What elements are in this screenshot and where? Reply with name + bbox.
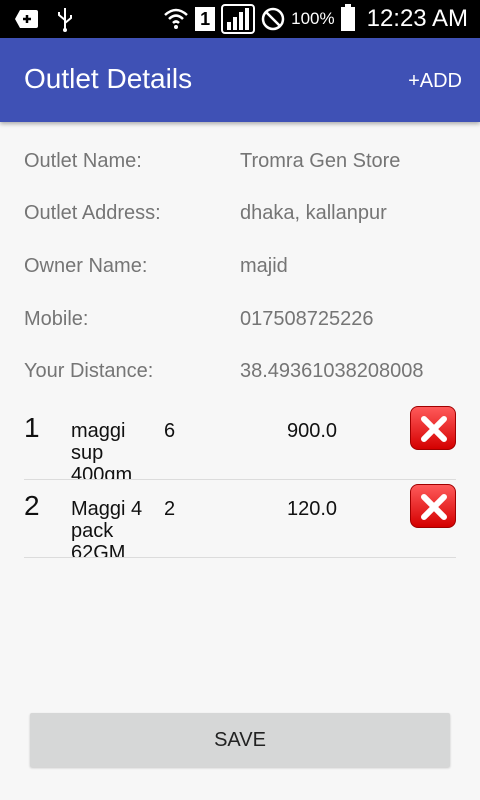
status-left-icons <box>14 6 74 32</box>
mobile-label: Mobile: <box>24 308 89 330</box>
delete-item-button[interactable] <box>410 406 456 450</box>
item-index: 1 <box>24 412 40 443</box>
battery-percent: 100% <box>291 9 335 28</box>
owner-name-label: Owner Name: <box>24 255 148 277</box>
mobile-value: 017508725226 <box>240 308 374 330</box>
distance-label: Your Distance: <box>24 360 154 382</box>
delete-item-button[interactable] <box>410 484 456 528</box>
outlet-address-value: dhaka, kallanpur <box>240 202 387 224</box>
mobile-row: Mobile: 017508725226 <box>24 308 464 338</box>
item-name: maggi sup 400gm <box>71 420 133 480</box>
sim-icon: 1 <box>195 7 216 31</box>
outlet-address-label: Outlet Address: <box>24 202 161 224</box>
app-bar: Outlet Details +ADD <box>0 38 480 122</box>
outlet-name-value: Tromra Gen Store <box>240 150 401 172</box>
list-item: 1 maggi sup 400gm 6 900.0 <box>24 402 456 480</box>
item-price: 120.0 <box>287 498 338 520</box>
item-name: Maggi 4 pack 62GM <box>71 498 143 558</box>
owner-name-value: majid <box>240 255 288 277</box>
clock: 12:23 AM <box>366 5 468 32</box>
item-list: 1 maggi sup 400gm 6 900.0 2 Maggi 4 pack… <box>24 402 456 558</box>
distance-value: 38.49361038208008 <box>240 360 424 382</box>
item-index: 2 <box>24 490 40 521</box>
wifi-icon <box>164 8 188 29</box>
item-price: 900.0 <box>287 420 338 442</box>
close-icon <box>421 494 447 520</box>
status-right-icons: 1 100% 12:23 AM <box>163 4 468 34</box>
close-icon <box>421 416 447 442</box>
item-quantity: 2 <box>164 498 176 520</box>
battery-icon <box>340 4 355 31</box>
usb-icon <box>58 8 72 32</box>
signal-icon <box>221 4 256 34</box>
list-item: 2 Maggi 4 pack 62GM 2 120.0 <box>24 480 456 558</box>
distance-row: Your Distance: 38.49361038208008 <box>24 360 464 390</box>
outlet-name-label: Outlet Name: <box>24 150 142 172</box>
save-button[interactable]: SAVE <box>30 713 450 767</box>
add-button[interactable]: +ADD <box>408 70 462 93</box>
owner-name-row: Owner Name: majid <box>24 255 464 285</box>
status-bar: 1 100% 12:23 AM <box>0 0 480 38</box>
item-quantity: 6 <box>164 420 176 442</box>
notification-add-icon <box>15 10 38 28</box>
outlet-name-row: Outlet Name: Tromra Gen Store <box>24 150 464 180</box>
outlet-address-row: Outlet Address: dhaka, kallanpur <box>24 202 464 232</box>
page-title: Outlet Details <box>24 63 193 94</box>
no-entry-icon <box>261 7 285 31</box>
